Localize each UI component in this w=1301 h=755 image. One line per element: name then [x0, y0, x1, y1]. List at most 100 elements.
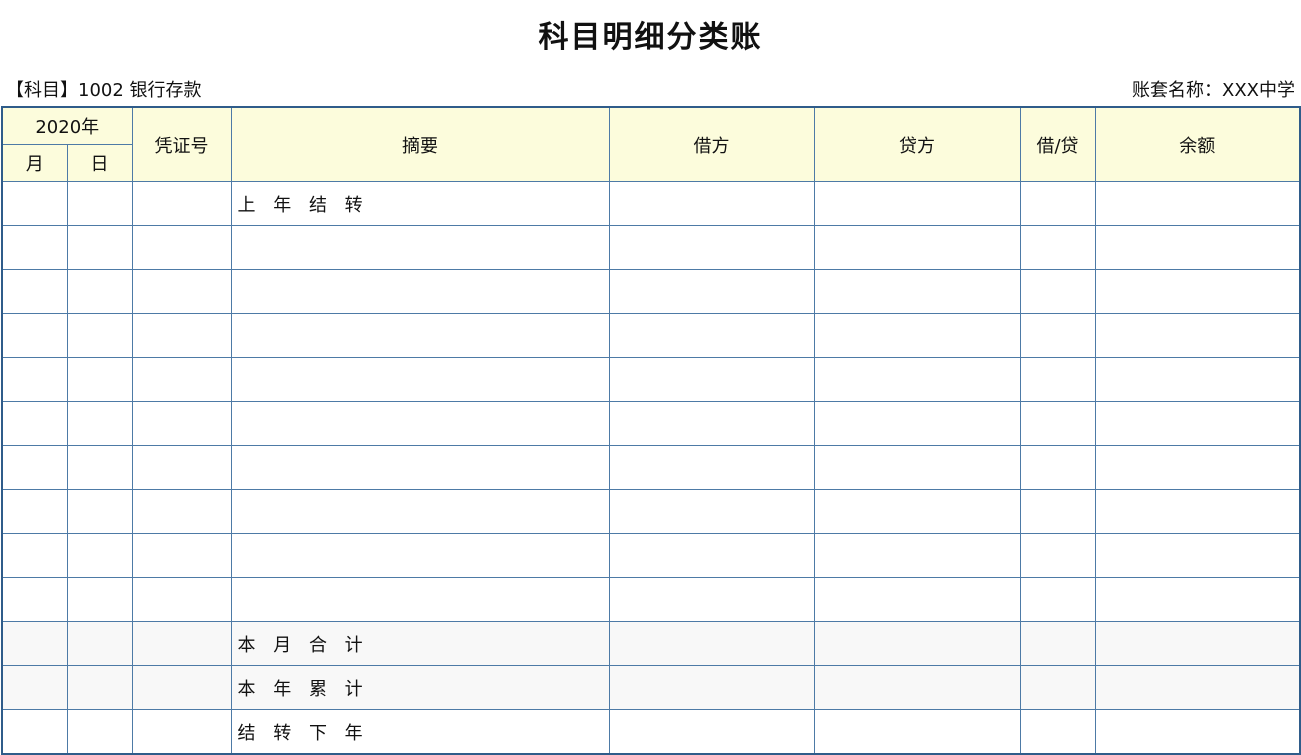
cell-debit-credit[interactable]: [1019, 357, 1096, 402]
cell-credit[interactable]: [813, 269, 1021, 314]
cell-day[interactable]: [66, 269, 133, 314]
cell-debit[interactable]: [608, 489, 815, 534]
cell-balance[interactable]: [1094, 269, 1301, 314]
cell-balance[interactable]: [1094, 357, 1301, 402]
cell-day[interactable]: [66, 533, 133, 578]
cell-debit[interactable]: [608, 665, 815, 710]
cell-summary[interactable]: [230, 489, 610, 534]
cell-balance[interactable]: [1094, 577, 1301, 622]
cell-voucher-no[interactable]: [131, 225, 232, 270]
cell-summary[interactable]: [230, 445, 610, 490]
cell-voucher-no[interactable]: [131, 313, 232, 358]
cell-debit-credit[interactable]: [1019, 665, 1096, 710]
cell-debit[interactable]: [608, 533, 815, 578]
cell-month[interactable]: [1, 621, 68, 666]
cell-summary[interactable]: 本 月 合 计: [230, 621, 610, 666]
cell-credit[interactable]: [813, 709, 1021, 755]
cell-summary[interactable]: [230, 357, 610, 402]
cell-debit-credit[interactable]: [1019, 401, 1096, 446]
cell-debit[interactable]: [608, 445, 815, 490]
cell-credit[interactable]: [813, 577, 1021, 622]
cell-day[interactable]: [66, 489, 133, 534]
cell-day[interactable]: [66, 181, 133, 226]
cell-month[interactable]: [1, 181, 68, 226]
cell-debit-credit[interactable]: [1019, 489, 1096, 534]
cell-credit[interactable]: [813, 181, 1021, 226]
cell-balance[interactable]: [1094, 621, 1301, 666]
cell-summary[interactable]: [230, 313, 610, 358]
cell-credit[interactable]: [813, 533, 1021, 578]
cell-voucher-no[interactable]: [131, 445, 232, 490]
cell-voucher-no[interactable]: [131, 269, 232, 314]
cell-voucher-no[interactable]: [131, 665, 232, 710]
cell-credit[interactable]: [813, 225, 1021, 270]
cell-month[interactable]: [1, 445, 68, 490]
cell-credit[interactable]: [813, 665, 1021, 710]
cell-balance[interactable]: [1094, 533, 1301, 578]
cell-day[interactable]: [66, 709, 133, 755]
cell-voucher-no[interactable]: [131, 577, 232, 622]
cell-summary[interactable]: [230, 269, 610, 314]
cell-month[interactable]: [1, 357, 68, 402]
cell-debit-credit[interactable]: [1019, 445, 1096, 490]
cell-voucher-no[interactable]: [131, 533, 232, 578]
cell-balance[interactable]: [1094, 709, 1301, 755]
cell-month[interactable]: [1, 577, 68, 622]
cell-debit[interactable]: [608, 577, 815, 622]
cell-day[interactable]: [66, 577, 133, 622]
cell-summary[interactable]: [230, 225, 610, 270]
cell-day[interactable]: [66, 225, 133, 270]
cell-debit-credit[interactable]: [1019, 621, 1096, 666]
cell-summary[interactable]: 上 年 结 转: [230, 181, 610, 226]
cell-debit-credit[interactable]: [1019, 313, 1096, 358]
cell-day[interactable]: [66, 621, 133, 666]
cell-credit[interactable]: [813, 401, 1021, 446]
cell-voucher-no[interactable]: [131, 489, 232, 534]
cell-balance[interactable]: [1094, 225, 1301, 270]
cell-credit[interactable]: [813, 357, 1021, 402]
cell-debit[interactable]: [608, 709, 815, 755]
cell-voucher-no[interactable]: [131, 357, 232, 402]
cell-day[interactable]: [66, 445, 133, 490]
cell-debit-credit[interactable]: [1019, 269, 1096, 314]
cell-month[interactable]: [1, 489, 68, 534]
cell-debit[interactable]: [608, 621, 815, 666]
cell-summary[interactable]: 本 年 累 计: [230, 665, 610, 710]
cell-debit-credit[interactable]: [1019, 533, 1096, 578]
cell-summary[interactable]: 结 转 下 年: [230, 709, 610, 755]
cell-debit[interactable]: [608, 401, 815, 446]
cell-day[interactable]: [66, 401, 133, 446]
cell-month[interactable]: [1, 313, 68, 358]
cell-summary[interactable]: [230, 401, 610, 446]
cell-month[interactable]: [1, 709, 68, 755]
cell-credit[interactable]: [813, 489, 1021, 534]
cell-debit-credit[interactable]: [1019, 709, 1096, 755]
cell-debit[interactable]: [608, 225, 815, 270]
cell-month[interactable]: [1, 225, 68, 270]
cell-month[interactable]: [1, 401, 68, 446]
cell-credit[interactable]: [813, 621, 1021, 666]
cell-balance[interactable]: [1094, 665, 1301, 710]
cell-debit[interactable]: [608, 357, 815, 402]
cell-debit-credit[interactable]: [1019, 577, 1096, 622]
cell-credit[interactable]: [813, 445, 1021, 490]
cell-debit-credit[interactable]: [1019, 181, 1096, 226]
cell-voucher-no[interactable]: [131, 181, 232, 226]
cell-day[interactable]: [66, 357, 133, 402]
cell-credit[interactable]: [813, 313, 1021, 358]
cell-day[interactable]: [66, 665, 133, 710]
cell-debit[interactable]: [608, 313, 815, 358]
cell-month[interactable]: [1, 269, 68, 314]
cell-balance[interactable]: [1094, 489, 1301, 534]
cell-debit-credit[interactable]: [1019, 225, 1096, 270]
cell-summary[interactable]: [230, 577, 610, 622]
cell-balance[interactable]: [1094, 181, 1301, 226]
cell-summary[interactable]: [230, 533, 610, 578]
cell-debit[interactable]: [608, 269, 815, 314]
cell-voucher-no[interactable]: [131, 621, 232, 666]
cell-balance[interactable]: [1094, 445, 1301, 490]
cell-voucher-no[interactable]: [131, 401, 232, 446]
cell-voucher-no[interactable]: [131, 709, 232, 755]
cell-day[interactable]: [66, 313, 133, 358]
cell-balance[interactable]: [1094, 313, 1301, 358]
